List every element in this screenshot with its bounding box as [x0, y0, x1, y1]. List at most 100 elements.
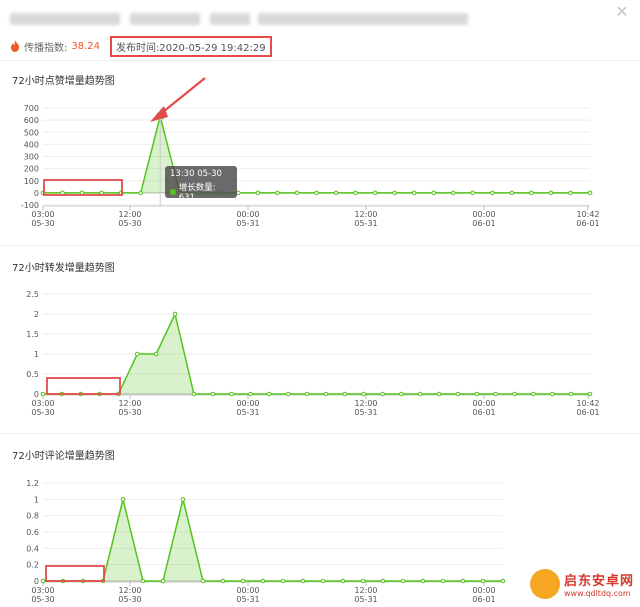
- data-point: [294, 190, 300, 196]
- x-tick-label: 12:00: [354, 399, 377, 408]
- data-point: [200, 578, 206, 584]
- x-tick-label: 05-30: [118, 595, 141, 604]
- y-tick-label: 0: [34, 189, 39, 198]
- data-point: [360, 578, 366, 584]
- data-point: [480, 578, 486, 584]
- chart-title-shares: 72小时转发增量趋势图: [12, 263, 115, 274]
- x-tick-label: 05-30: [118, 219, 141, 228]
- data-point: [353, 190, 358, 196]
- x-tick-label: 03:00: [31, 399, 54, 408]
- data-point: [512, 391, 517, 397]
- data-point: [500, 578, 506, 584]
- y-tick-label: 400: [24, 140, 39, 149]
- data-point: [455, 391, 461, 397]
- y-tick-label: 600: [24, 116, 39, 125]
- data-point: [267, 391, 272, 397]
- y-tick-label: 2.5: [26, 290, 39, 299]
- watermark: 启东安卓网 www.qdltdq.com: [529, 569, 634, 599]
- data-point: [172, 311, 178, 317]
- watermark-main: 启东安卓网: [563, 574, 634, 589]
- data-point: [323, 391, 329, 397]
- data-point: [568, 391, 574, 397]
- y-tick-label: 1.5: [26, 330, 39, 339]
- blurred-title: [10, 13, 468, 25]
- data-point: [490, 190, 495, 196]
- series-area: [43, 499, 503, 581]
- data-point: [531, 391, 536, 397]
- x-tick-label: 05-30: [31, 219, 54, 228]
- data-point: [431, 190, 437, 196]
- data-point: [529, 190, 534, 196]
- divider: [0, 60, 640, 61]
- data-point: [248, 391, 253, 397]
- y-tick-label: 700: [24, 104, 39, 113]
- x-tick-label: 05-31: [354, 595, 377, 604]
- x-tick-label: 03:00: [31, 210, 54, 219]
- x-tick-label: 00:00: [236, 210, 259, 219]
- divider: [0, 433, 640, 434]
- spread-index-value: 38.24: [71, 40, 101, 52]
- close-icon[interactable]: ✕: [614, 4, 630, 20]
- x-tick-label: 10:42: [576, 399, 599, 408]
- data-point: [440, 578, 446, 584]
- y-tick-label: 100: [24, 177, 39, 186]
- data-point: [280, 578, 286, 584]
- data-point: [160, 578, 166, 584]
- data-point: [236, 190, 241, 196]
- x-tick-label: 05-31: [236, 219, 259, 228]
- x-tick-label: 12:00: [354, 586, 377, 595]
- data-point: [342, 391, 348, 397]
- data-point: [210, 391, 216, 397]
- y-tick-label: 0.2: [26, 561, 39, 570]
- data-point: [300, 578, 306, 584]
- y-tick-label: 1: [34, 350, 39, 359]
- data-point: [260, 578, 266, 584]
- data-point: [380, 391, 385, 397]
- x-tick-label: 06-01: [576, 408, 599, 417]
- data-point: [587, 391, 593, 397]
- y-tick-label: 0: [34, 577, 39, 586]
- y-tick-label: 1.2: [26, 479, 39, 488]
- data-point: [548, 190, 554, 196]
- data-point: [220, 578, 226, 584]
- publish-time: 发布时间:2020-05-29 19:42:29: [110, 35, 272, 57]
- x-tick-label: 00:00: [236, 586, 259, 595]
- x-tick-label: 05-31: [354, 219, 377, 228]
- highlight-box: [45, 565, 105, 582]
- data-point: [587, 190, 593, 196]
- x-tick-label: 10:42: [576, 210, 599, 219]
- data-point: [40, 578, 46, 584]
- x-tick-label: 00:00: [472, 210, 495, 219]
- x-tick-label: 05-30: [31, 408, 54, 417]
- watermark-sub: www.qdltdq.com: [563, 589, 631, 598]
- data-point: [240, 578, 246, 584]
- data-point: [549, 391, 555, 397]
- data-point: [420, 578, 426, 584]
- watermark-logo-icon: [529, 569, 560, 599]
- data-point: [229, 391, 234, 397]
- data-point: [340, 578, 346, 584]
- data-point: [333, 190, 339, 196]
- y-tick-label: 1: [34, 495, 39, 504]
- series-area: [43, 116, 590, 193]
- meta-row: 传播指数: 38.24 发布时间:2020-05-29 19:42:29: [10, 35, 272, 57]
- data-point: [314, 190, 319, 196]
- x-tick-label: 05-31: [354, 408, 377, 417]
- x-tick-label: 05-31: [236, 595, 259, 604]
- x-tick-label: 00:00: [236, 399, 259, 408]
- data-point: [436, 391, 442, 397]
- y-tick-label: -100: [21, 201, 39, 210]
- data-point: [285, 391, 291, 397]
- x-tick-label: 12:00: [118, 210, 141, 219]
- x-tick-label: 03:00: [31, 586, 54, 595]
- tooltip-dot: [170, 189, 176, 195]
- data-point: [120, 497, 126, 502]
- data-point: [380, 578, 386, 584]
- fire-icon: [11, 40, 19, 52]
- data-point: [493, 391, 498, 397]
- data-point: [304, 391, 310, 397]
- spread-index-label: 传播指数:: [24, 42, 68, 54]
- highlight-box: [46, 377, 121, 395]
- data-point: [399, 391, 404, 397]
- data-point: [40, 391, 46, 397]
